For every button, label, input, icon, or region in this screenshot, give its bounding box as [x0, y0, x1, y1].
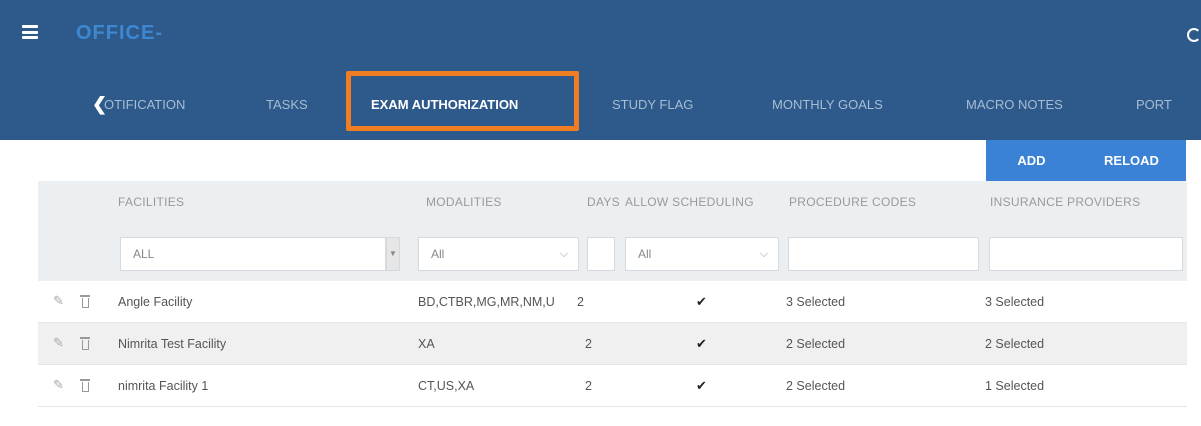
- modalities-filter-value: All: [431, 247, 445, 261]
- modalities-cell: XA: [418, 337, 435, 351]
- refresh-icon[interactable]: [1187, 28, 1201, 42]
- trash-icon[interactable]: [80, 377, 90, 393]
- tab-exam-authorization[interactable]: EXAM AUTHORIZATION: [371, 75, 518, 135]
- tab-port[interactable]: PORT: [1136, 75, 1172, 135]
- days-cell: 2: [577, 295, 584, 309]
- allow-scheduling-filter-select[interactable]: All ⌵: [625, 237, 779, 271]
- chevron-down-icon: ⌵: [759, 248, 768, 260]
- days-cell: 2: [585, 337, 592, 351]
- modalities-filter-select[interactable]: All ⌵: [418, 237, 579, 271]
- tab-notification[interactable]: OTIFICATION: [104, 75, 185, 135]
- days-filter-input[interactable]: [587, 237, 615, 271]
- app-title: OFFICE-: [76, 22, 163, 44]
- facilities-filter-input[interactable]: ALL: [120, 237, 386, 271]
- add-button[interactable]: ADD: [986, 140, 1077, 181]
- column-header-procedure-codes[interactable]: PROCEDURE CODES: [789, 195, 916, 209]
- trash-icon[interactable]: [80, 293, 90, 309]
- facility-cell: Nimrita Test Facility: [118, 337, 227, 351]
- facility-cell: nimrita Facility 1: [118, 379, 209, 393]
- column-header-facilities[interactable]: FACILITIES: [118, 195, 184, 209]
- edit-icon[interactable]: ✎: [53, 336, 65, 350]
- tab-bar: OTIFICATION TASKS EXAM AUTHORIZATION STU…: [0, 75, 1201, 135]
- chevron-down-icon: ⌵: [559, 248, 568, 260]
- procedure-codes-cell[interactable]: 2 Selected: [786, 365, 845, 407]
- table-row[interactable]: ✎ nimrita Facility 1 CT,US,XA 2 ✔ 2 Sele…: [38, 365, 1187, 407]
- tab-macro-notes[interactable]: MACRO NOTES: [966, 75, 1063, 135]
- days-cell: 2: [585, 379, 592, 393]
- table-header: FACILITIES MODALITIES DAYS ALLOW SCHEDUL…: [38, 181, 1187, 281]
- insurance-providers-cell[interactable]: 3 Selected: [985, 281, 1044, 323]
- procedure-codes-filter-input[interactable]: [788, 237, 979, 271]
- checkmark-icon: ✔: [696, 294, 707, 309]
- allow-scheduling-filter-value: All: [638, 247, 652, 261]
- reload-button[interactable]: RELOAD: [1077, 140, 1186, 181]
- table-row[interactable]: ✎ Angle Facility BD,CTBR,MG,MR,NM,U 2 ✔ …: [38, 281, 1187, 323]
- edit-icon[interactable]: ✎: [53, 294, 65, 308]
- authorization-table: FACILITIES MODALITIES DAYS ALLOW SCHEDUL…: [38, 181, 1187, 426]
- facilities-dropdown-icon[interactable]: ▼: [386, 237, 400, 271]
- insurance-providers-filter-input[interactable]: [989, 237, 1183, 271]
- column-header-allow-scheduling[interactable]: ALLOW SCHEDULING: [625, 195, 754, 209]
- procedure-codes-cell[interactable]: 2 Selected: [786, 323, 845, 365]
- trash-icon[interactable]: [80, 335, 90, 351]
- modalities-cell: CT,US,XA: [418, 379, 475, 393]
- column-header-modalities[interactable]: MODALITIES: [426, 195, 502, 209]
- insurance-providers-cell[interactable]: 1 Selected: [985, 365, 1044, 407]
- column-header-days[interactable]: DAYS: [587, 195, 620, 209]
- tab-study-flag[interactable]: STUDY FLAG: [612, 75, 693, 135]
- checkmark-icon: ✔: [696, 336, 707, 351]
- checkmark-icon: ✔: [696, 378, 707, 393]
- procedure-codes-cell[interactable]: 3 Selected: [786, 281, 845, 323]
- modalities-cell: BD,CTBR,MG,MR,NM,U: [418, 295, 555, 309]
- tab-monthly-goals[interactable]: MONTHLY GOALS: [772, 75, 883, 135]
- facilities-filter-value: ALL: [133, 247, 155, 261]
- tab-tasks[interactable]: TASKS: [266, 75, 308, 135]
- column-header-insurance-providers[interactable]: INSURANCE PROVIDERS: [990, 195, 1140, 209]
- top-bar: OFFICE- ❮ OTIFICATION TASKS EXAM AUTHORI…: [0, 0, 1201, 140]
- table-row[interactable]: ✎ Nimrita Test Facility XA 2 ✔ 2 Selecte…: [38, 323, 1187, 365]
- facility-cell: Angle Facility: [118, 295, 193, 309]
- edit-icon[interactable]: ✎: [53, 378, 65, 392]
- insurance-providers-cell[interactable]: 2 Selected: [985, 323, 1044, 365]
- hamburger-icon[interactable]: [22, 25, 38, 39]
